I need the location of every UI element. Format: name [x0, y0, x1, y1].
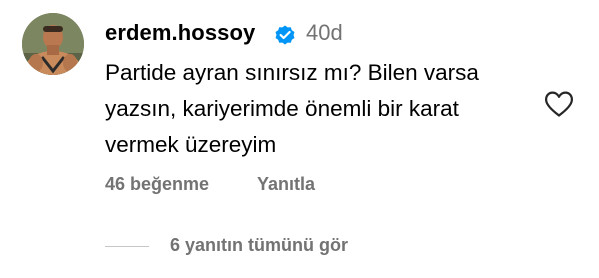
avatar-photo-icon — [22, 13, 84, 75]
likes-count-link[interactable]: 46 beğenme — [105, 174, 209, 195]
reply-button[interactable]: Yanıtla — [257, 174, 315, 195]
view-replies-label: 6 yanıtın tümünü gör — [170, 235, 348, 255]
heart-outline-icon[interactable] — [544, 90, 574, 118]
comment-line: yazsın, kariyerimde önemli bir karat — [105, 96, 459, 121]
timestamp[interactable]: 40d — [306, 20, 343, 46]
verified-badge-icon — [275, 25, 295, 45]
avatar[interactable] — [22, 13, 84, 75]
comment-text: Partide ayran sınırsız mı? Bilen varsa y… — [105, 55, 545, 163]
username-link[interactable]: erdem.hossoy — [105, 20, 255, 46]
comment-line: vermek üzereyim — [105, 132, 277, 157]
divider-line — [105, 246, 149, 247]
comment-line: Partide ayran sınırsız mı? Bilen varsa — [105, 60, 479, 85]
